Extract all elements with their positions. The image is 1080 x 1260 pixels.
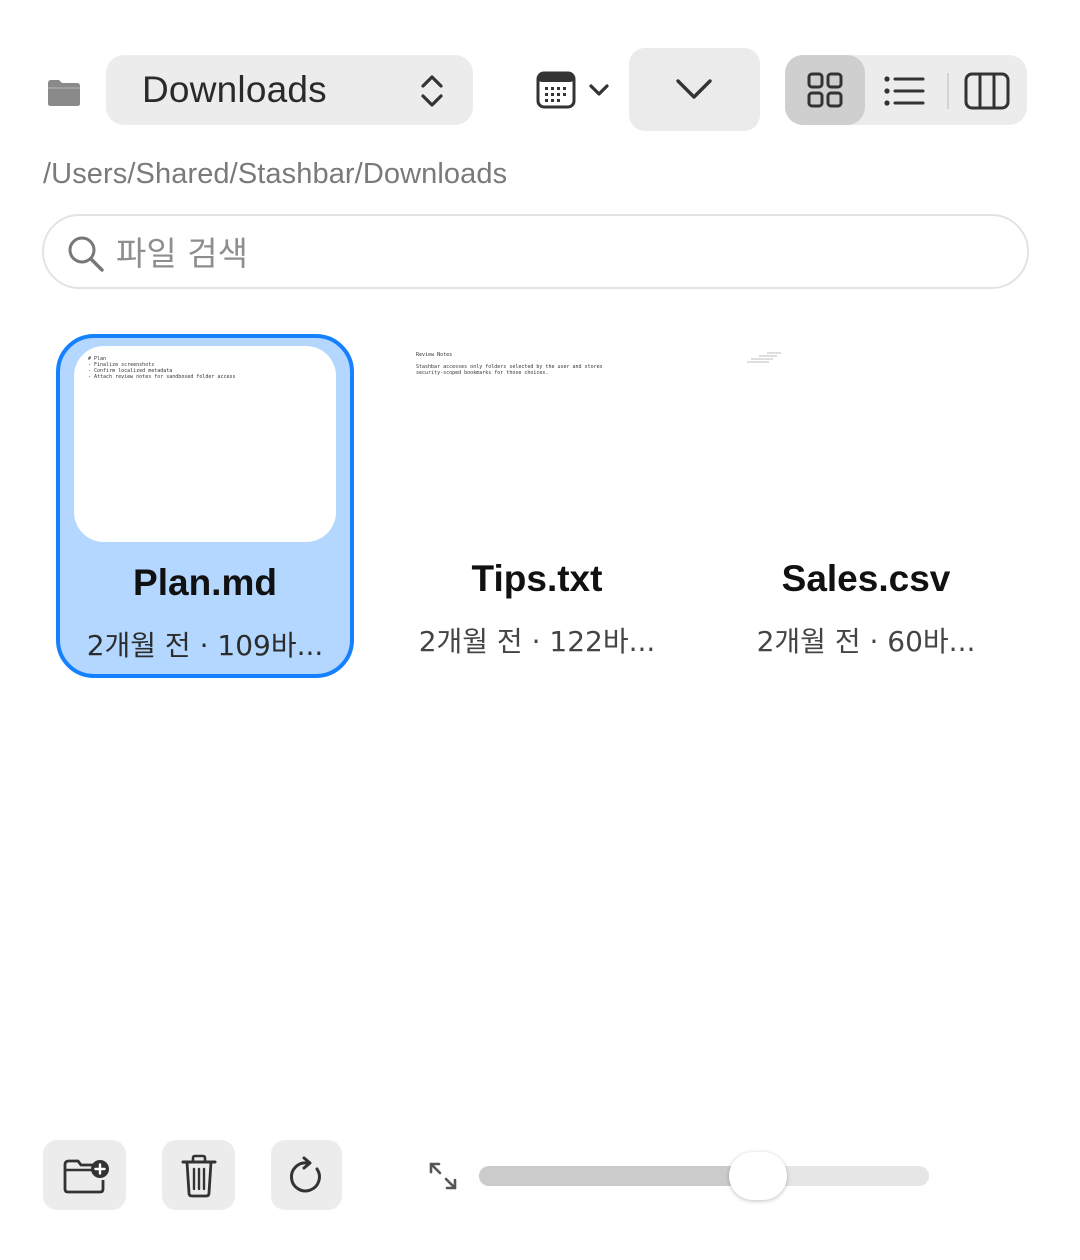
file-meta: 2개월 전 · 122바... [418,625,656,658]
calendar-icon [536,71,609,109]
segment-divider [947,73,949,109]
file-tile-tips[interactable]: Review Notes Stashbar accesses only fold… [388,334,686,678]
chevron-down-icon [676,79,712,99]
grid-view-button[interactable] [785,55,865,125]
current-path: /Users/Shared/Stashbar/Downloads [43,158,508,190]
spreadsheet-preview-icon [747,352,781,363]
slider-knob[interactable] [729,1152,787,1200]
file-name: Tips.txt [471,558,603,599]
search-bar [42,214,1029,289]
sort-menu-button[interactable] [629,48,760,131]
resize-icon [426,1159,460,1198]
chevron-up-down-icon [419,73,445,109]
file-thumbnail: Review Notes Stashbar accesses only fold… [402,342,664,538]
column-view-button[interactable] [963,71,1013,111]
list-view-icon [884,76,925,106]
file-tile-sales[interactable]: Sales.csv 2개월 전 · 60바... [717,334,1015,678]
search-icon [68,236,104,272]
thumbnail-size-slider[interactable] [479,1152,929,1200]
new-folder-button[interactable] [43,1140,126,1210]
file-preview-text: # Plan - Finalize screenshots - Confirm … [88,356,236,380]
slider-fill [479,1166,758,1186]
column-view-icon [964,72,1010,110]
file-meta: 2개월 전 · 109바... [86,629,324,662]
delete-button[interactable] [162,1140,235,1210]
file-thumbnail [731,342,993,538]
file-thumbnail: # Plan - Finalize screenshots - Confirm … [74,346,336,542]
file-meta: 2개월 전 · 60바... [756,625,976,658]
folder-selector-label: Downloads [142,69,327,110]
trash-icon [181,1154,217,1198]
file-tile-plan[interactable]: # Plan - Finalize screenshots - Confirm … [56,334,354,678]
refresh-button[interactable] [271,1140,342,1210]
file-name: Plan.md [133,562,277,603]
grid-view-icon [807,72,843,108]
file-preview-text: Review Notes Stashbar accesses only fold… [416,352,603,376]
new-folder-icon [63,1159,109,1194]
folder-icon [46,78,82,108]
file-browser-window: Downloads /Users/Shared/Stashbar/Downloa… [0,0,1080,1260]
date-filter-button[interactable] [536,70,616,112]
folder-selector[interactable]: Downloads [106,55,473,125]
list-view-button[interactable] [881,71,931,111]
view-mode-segmented-control [785,55,1027,125]
search-input[interactable] [114,226,998,280]
refresh-icon [289,1156,321,1193]
file-name: Sales.csv [781,558,951,599]
